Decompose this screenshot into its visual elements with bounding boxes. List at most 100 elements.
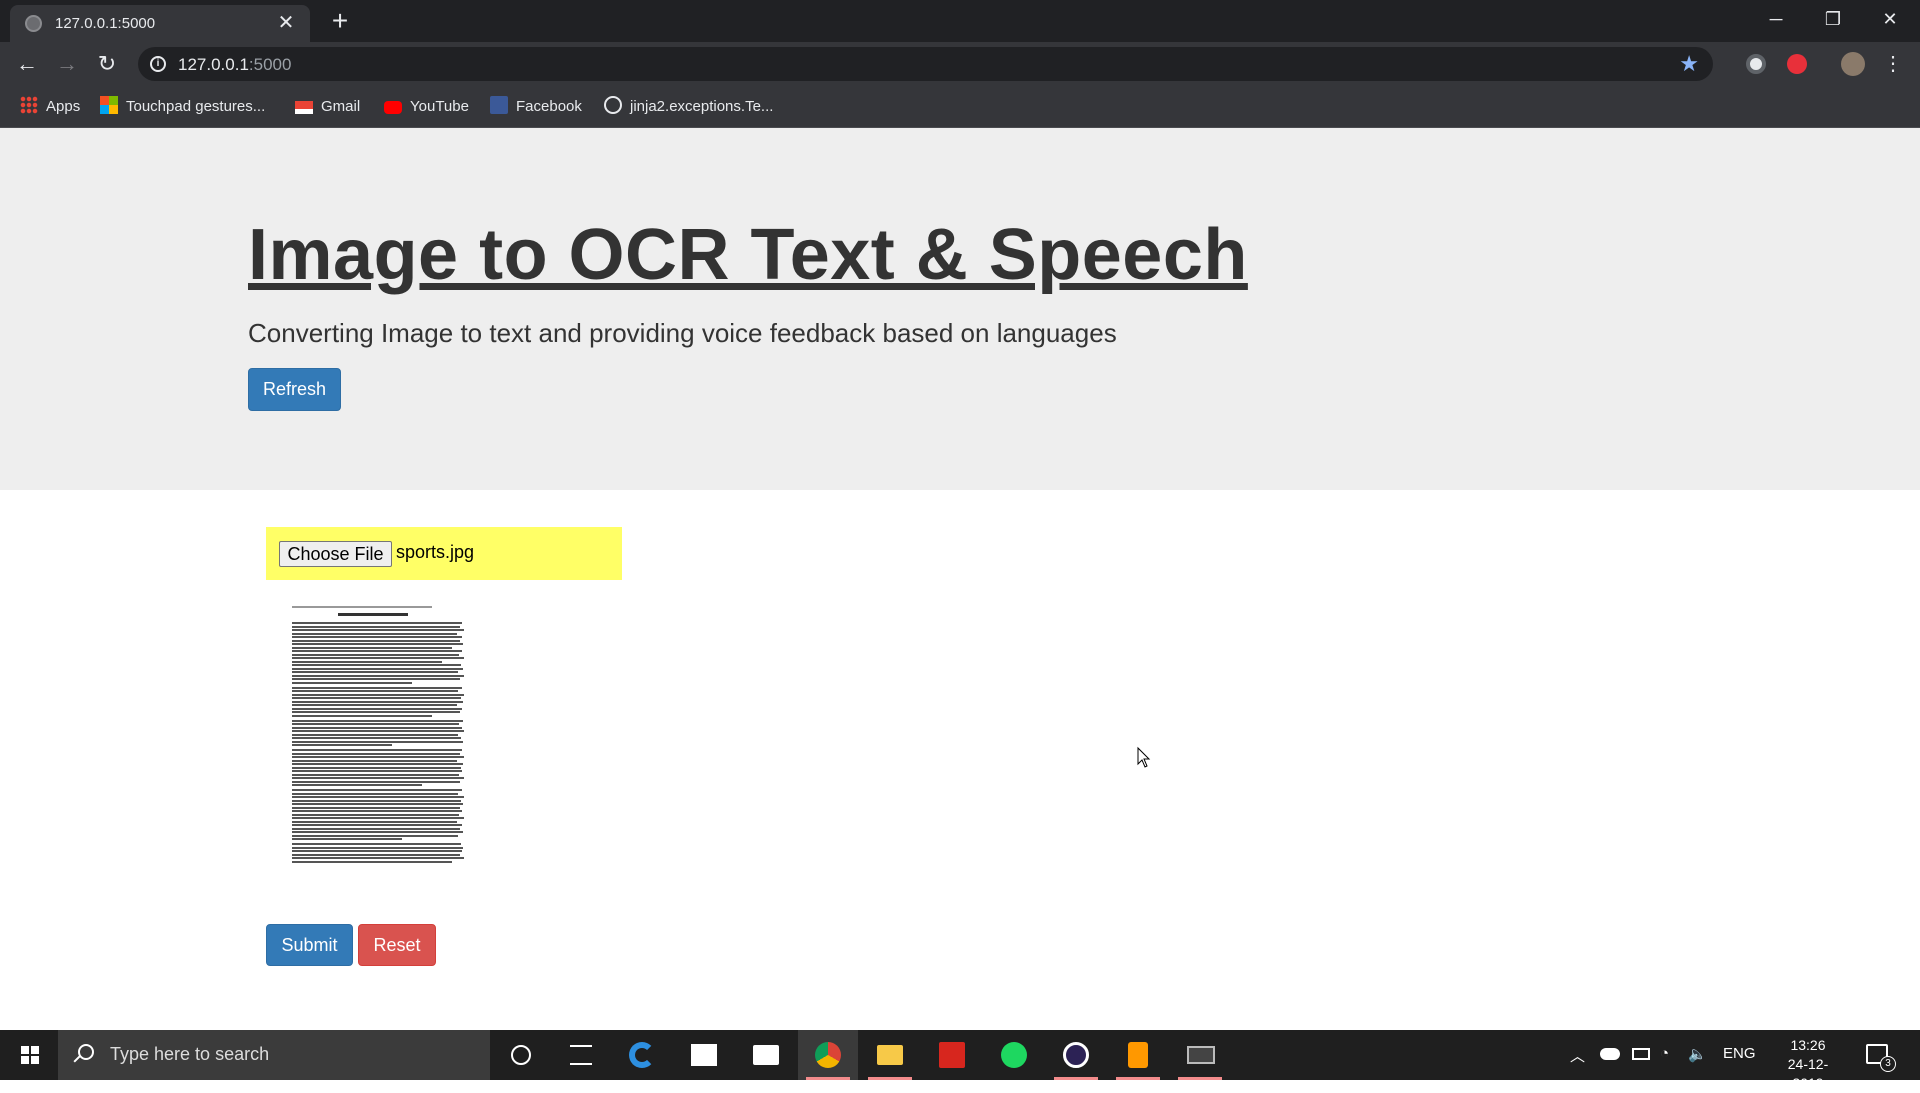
browser-toolbar: ← → ↻ i 127.0.0.1:5000 ★ ⋮ (0, 42, 1920, 86)
forward-arrow-icon[interactable]: → (52, 50, 82, 80)
page-title: Image to OCR Text & Speech (248, 215, 1248, 295)
chrome-icon (815, 1042, 841, 1068)
start-button[interactable] (0, 1030, 58, 1080)
bookmark-label: Touchpad gestures... (126, 98, 266, 115)
preview-text-line (292, 707, 462, 710)
tab-strip: 127.0.0.1:5000 ✕ + ─ ❐ ✕ (0, 0, 1920, 42)
adblock-extension-icon[interactable] (1787, 54, 1807, 74)
bookmark-label: Facebook (516, 98, 582, 115)
preview-text-line (292, 838, 402, 840)
preview-text-line (292, 860, 452, 863)
gmail-icon (295, 100, 313, 114)
extension-circle-icon[interactable] (1746, 54, 1766, 74)
back-arrow-icon[interactable]: ← (12, 50, 42, 80)
preview-text-line (292, 653, 459, 656)
preview-text-line (292, 650, 462, 652)
wifi-icon[interactable]: ◔ (1660, 1045, 1669, 1062)
bookmark-facebook[interactable]: Facebook (490, 96, 582, 117)
restore-button[interactable]: ❐ (1813, 4, 1853, 34)
globe-favicon-icon (25, 15, 42, 32)
volume-icon[interactable]: 🔈 (1688, 1045, 1707, 1063)
preview-text-line (292, 693, 464, 696)
preview-text-line (292, 664, 461, 666)
action-center-icon[interactable]: 3 (1866, 1044, 1896, 1072)
choose-file-button[interactable]: Choose File (279, 541, 392, 567)
preview-text-line (292, 723, 459, 725)
preview-text-line (292, 657, 464, 659)
eclipse-taskbar-button[interactable] (1046, 1030, 1106, 1080)
preview-text-line (292, 714, 432, 717)
file-explorer-taskbar-button[interactable] (860, 1030, 920, 1080)
cortana-circle-icon (511, 1045, 531, 1065)
preview-text-line (292, 700, 463, 703)
preview-text-line (292, 820, 457, 823)
mail-taskbar-button[interactable] (736, 1030, 796, 1080)
refresh-button[interactable]: Refresh (248, 368, 341, 411)
reset-button[interactable]: Reset (358, 924, 436, 966)
preview-text-line (292, 744, 392, 746)
task-view-button[interactable] (550, 1030, 610, 1080)
submit-button[interactable]: Submit (266, 924, 353, 966)
tab-title: 127.0.0.1:5000 (55, 15, 156, 32)
minimize-button[interactable]: ─ (1756, 4, 1796, 34)
url-text: 127.0.0.1:5000 (178, 55, 291, 75)
preview-text-line (292, 773, 459, 776)
browser-tab[interactable]: 127.0.0.1:5000 ✕ (10, 5, 310, 42)
bookmark-apps[interactable]: Apps (20, 96, 80, 117)
bookmarks-bar: Apps Touchpad gestures... Gmail YouTube … (0, 86, 1920, 128)
reload-icon[interactable]: ↻ (92, 50, 122, 80)
preview-text-line (292, 834, 458, 837)
spotify-taskbar-button[interactable] (984, 1030, 1044, 1080)
cortana-button[interactable] (490, 1030, 550, 1080)
address-bar[interactable]: i 127.0.0.1:5000 ★ (138, 47, 1713, 81)
preview-text-line (292, 756, 464, 758)
store-taskbar-button[interactable] (674, 1030, 734, 1080)
store-bag-icon (691, 1044, 717, 1066)
acrobat-taskbar-button[interactable] (922, 1030, 982, 1080)
system-clock[interactable]: 13:26 24-12-2019 (1773, 1036, 1843, 1093)
preview-text-line (292, 667, 463, 670)
bookmark-label: YouTube (410, 98, 469, 115)
preview-text-line (292, 752, 460, 755)
battery-icon[interactable] (1632, 1048, 1650, 1060)
tab-close-icon[interactable]: ✕ (274, 11, 298, 35)
preview-text-line (292, 817, 464, 819)
preview-text-line (292, 846, 463, 849)
preview-text-line (292, 625, 460, 628)
taskbar-search-box[interactable]: Type here to search (58, 1030, 490, 1080)
profile-avatar[interactable] (1841, 52, 1865, 76)
sublime-taskbar-button[interactable] (1108, 1030, 1168, 1080)
preview-text-line (292, 686, 462, 689)
mail-envelope-icon (753, 1045, 779, 1065)
preview-text-line (292, 671, 458, 673)
preview-text-line (292, 813, 459, 816)
preview-text-line (292, 740, 463, 743)
preview-text-line (292, 843, 461, 845)
bookmark-touchpad[interactable]: Touchpad gestures... (100, 96, 266, 117)
chrome-taskbar-button[interactable] (798, 1030, 858, 1080)
bookmark-jinja2[interactable]: jinja2.exceptions.Te... (604, 96, 773, 117)
language-indicator[interactable]: ENG (1723, 1045, 1756, 1062)
menu-kebab-icon[interactable]: ⋮ (1878, 50, 1908, 80)
preview-text-line (292, 622, 462, 624)
site-info-icon[interactable]: i (150, 56, 166, 72)
bookmark-gmail[interactable]: Gmail (295, 97, 360, 117)
new-tab-button[interactable]: + (325, 6, 355, 36)
terminal-taskbar-button[interactable] (1170, 1030, 1230, 1080)
bookmark-star-icon[interactable]: ★ (1679, 51, 1699, 77)
chevron-up-icon[interactable]: ︿ (1570, 1045, 1585, 1066)
preview-text-line (292, 749, 462, 751)
bookmark-youtube[interactable]: YouTube (384, 97, 469, 117)
windows-logo-icon (21, 1046, 39, 1064)
preview-text-line (292, 799, 461, 802)
preview-text-line (292, 636, 462, 638)
edge-taskbar-button[interactable] (612, 1030, 672, 1080)
window-close-button[interactable]: ✕ (1870, 4, 1910, 34)
preview-text-line (292, 660, 442, 663)
terminal-window-icon (1187, 1046, 1215, 1064)
uploaded-image-preview (288, 602, 468, 864)
preview-text-line (292, 730, 464, 732)
preview-text-line (292, 763, 463, 765)
onedrive-cloud-icon[interactable] (1600, 1048, 1620, 1060)
search-icon (78, 1044, 94, 1060)
